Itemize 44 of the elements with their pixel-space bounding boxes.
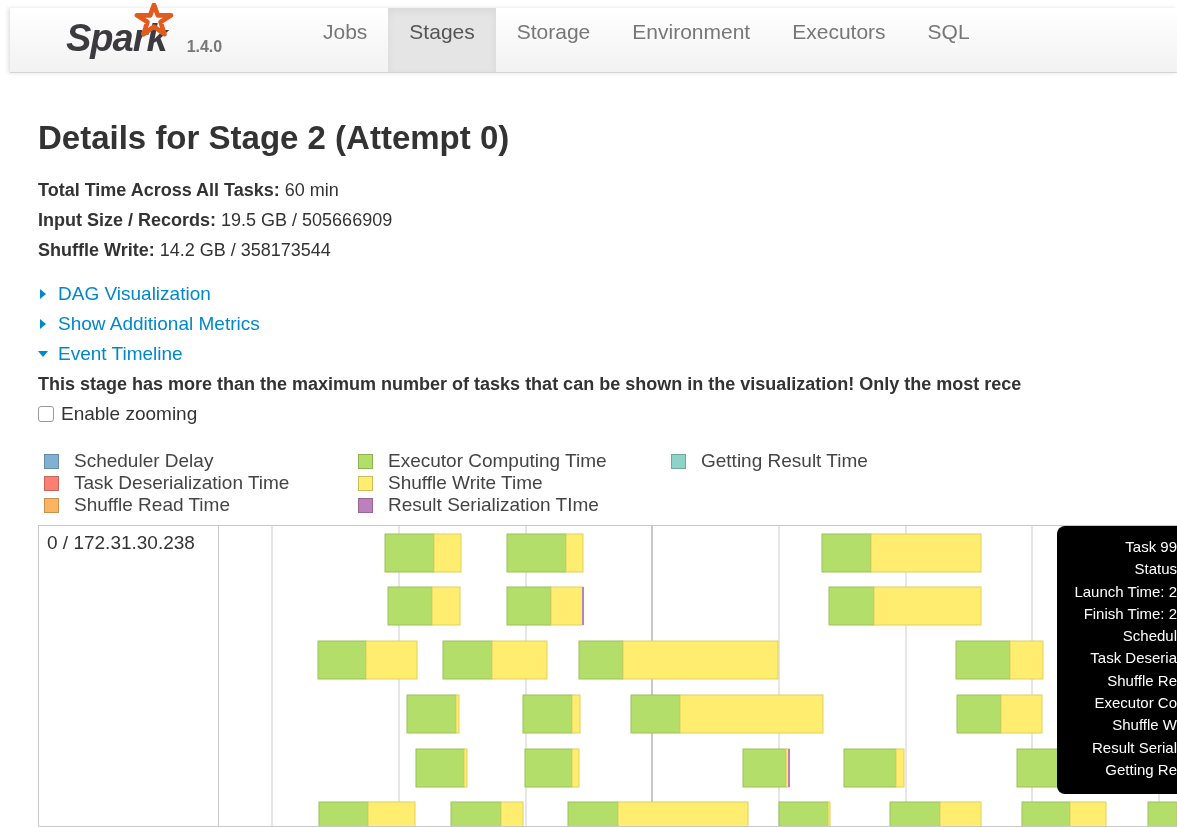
executor-label: 0 / 172.31.30.238 (47, 532, 195, 553)
legend-label: Shuffle Read Time (74, 494, 230, 516)
nav-tab[interactable]: Environment (611, 8, 772, 72)
legend-label: Getting Result Time (701, 450, 868, 472)
tooltip-line: Status (1133, 559, 1177, 580)
section-toggle[interactable]: Show Additional Metrics (38, 309, 260, 339)
tooltip-line: Executor Co (1093, 693, 1177, 714)
checkbox[interactable] (38, 406, 54, 422)
nav-tab[interactable]: Storage (495, 8, 612, 72)
nav-tab[interactable]: Executors (771, 8, 907, 72)
tooltip-line: Getting Re (1104, 759, 1177, 780)
task-bar (742, 748, 790, 788)
tooltip-line: Result Serial (1090, 737, 1177, 758)
tooltip-line: Finish Time: 2 (1082, 603, 1177, 624)
section-toggle[interactable]: DAG Visualization (38, 279, 211, 309)
nav-tab[interactable]: Stages (388, 8, 496, 72)
tooltip-line: Schedul (1121, 626, 1177, 647)
task-bar (843, 748, 905, 788)
checkbox-label: Enable zooming (61, 402, 198, 426)
legend-label: Result Serialization TIme (388, 494, 599, 516)
legend-label: Task Deserialization Time (74, 472, 290, 494)
task-bar (1147, 801, 1177, 826)
warning-text: This stage has more than the maximum number of tasks that can be shown in the visualization! Only the most rece (38, 373, 1023, 396)
summary-line: Shuffle Write: 14.2 GB / 358173544 (38, 239, 332, 262)
task-bar (524, 748, 580, 788)
task-bar (406, 694, 460, 734)
tooltip-line: Shuffle W (1111, 715, 1177, 736)
legend-label: Scheduler Delay (74, 450, 214, 472)
nav-tab[interactable]: SQL (906, 8, 991, 72)
task-bar (415, 748, 468, 788)
task-bar (522, 694, 581, 734)
legend-label: Executor Computing Time (388, 450, 607, 472)
tooltip-line: Task Deseria (1089, 648, 1177, 669)
nav-tab[interactable]: Jobs (302, 8, 389, 72)
tooltip-line: Shuffle Re (1106, 670, 1177, 691)
legend-label: Shuffle Write Time (388, 472, 543, 494)
version-label: 1.4.0 (186, 38, 223, 56)
tooltip-line: Launch Time: 2 (1073, 581, 1177, 602)
summary-line: Total Time Across All Tasks: 60 min (38, 179, 340, 202)
tooltip-line: Task 99 (1124, 537, 1177, 557)
summary-line: Input Size / Records: 19.5 GB / 505666909 (38, 209, 394, 232)
page-title: Details for Stage 2 (Attempt 0) (38, 119, 511, 157)
task-bar (778, 801, 831, 826)
section-toggle[interactable]: Event Timeline (38, 339, 183, 369)
